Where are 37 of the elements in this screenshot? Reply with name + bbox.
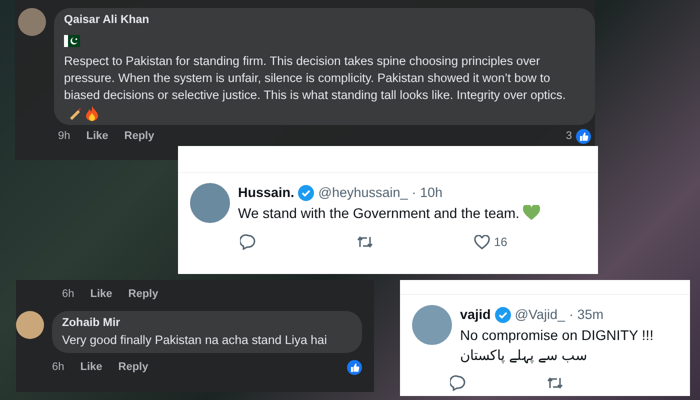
heart-outline-icon	[474, 234, 490, 250]
like-icon	[347, 360, 362, 374]
comment-text: Respect to Pakistan for standing firm. This decision takes spine choosing principles over pressure. When the system is unfair, silence is complicity. Pakistan showed it won’t bow to biased decisions or selective justice. This is what standing tall looks like. Integrity over optics.	[64, 53, 585, 122]
avatar	[16, 310, 44, 338]
author-name[interactable]: vajid	[460, 305, 491, 326]
reply-icon	[240, 234, 256, 250]
like-link[interactable]: Like	[86, 128, 108, 145]
comment-time: 6h	[52, 360, 64, 375]
urdu-text: سب سے پہلے پاکستان	[460, 346, 588, 366]
avatar	[412, 305, 452, 345]
post-time: · 10h	[412, 184, 443, 202]
reaction-count: 3	[566, 129, 572, 144]
post-time: · 35m	[569, 306, 604, 324]
reply-link[interactable]: Reply	[118, 358, 148, 376]
comment-text: Very good finally Pakistan na acha stand Liya hai	[62, 332, 328, 349]
like-link[interactable]: Like	[90, 286, 112, 302]
comment-time: 6h	[62, 287, 74, 302]
like-count: 16	[494, 234, 508, 252]
comment-time: 9h	[58, 129, 70, 144]
reply-link[interactable]: Reply	[128, 286, 158, 302]
reply-link[interactable]: Reply	[124, 128, 154, 145]
commenter-name[interactable]: Qaisar Ali Khan	[64, 12, 585, 30]
tweet-text: No compromise on DIGNITY !!!	[460, 326, 654, 346]
avatar	[18, 8, 46, 36]
author-handle[interactable]: @Vajid_	[514, 305, 565, 326]
tweet-text: We stand with the Government and the team.	[238, 203, 540, 224]
like-icon	[576, 129, 591, 144]
fire-icon	[86, 106, 98, 121]
commenter-name[interactable]: Zohaib Mir	[62, 314, 352, 332]
like-link[interactable]: Like	[80, 358, 102, 376]
author-name[interactable]: Hussain.	[238, 183, 294, 204]
reply-icon	[450, 375, 466, 392]
retweet-icon	[546, 375, 564, 392]
cricket-bat-icon	[68, 106, 82, 120]
author-handle[interactable]: @heyhussain_	[318, 183, 408, 204]
avatar	[190, 183, 230, 223]
retweet-icon	[356, 234, 374, 250]
